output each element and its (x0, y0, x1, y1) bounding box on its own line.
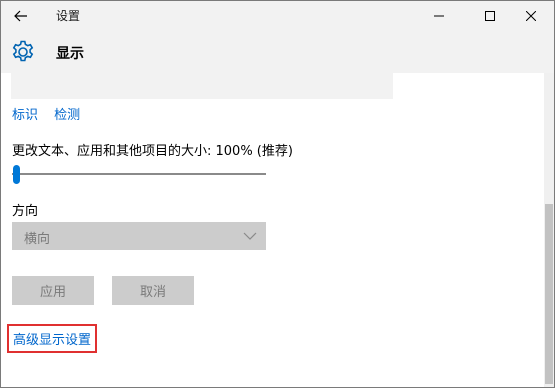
scale-slider[interactable] (12, 165, 266, 185)
gear-icon (12, 40, 34, 62)
settings-window: 设置 显示 标识 检测 更改文本、应用和其他项目的大小: 100% (推荐) 方… (0, 0, 555, 388)
scale-label: 更改文本、应用和其他项目的大小: 100% (推荐) (12, 144, 293, 159)
scrollbar-thumb[interactable] (545, 204, 553, 384)
advanced-display-settings-link[interactable]: 高级显示设置 (7, 324, 98, 353)
display-preview-area (11, 73, 393, 99)
orientation-label: 方向 (12, 204, 39, 219)
page-title: 显示 (56, 46, 84, 62)
slider-track (12, 173, 266, 175)
orientation-selected-value: 横向 (24, 232, 51, 247)
maximize-icon (485, 11, 495, 21)
cancel-button[interactable]: 取消 (112, 276, 194, 305)
display-settings-content: 标识 检测 更改文本、应用和其他项目的大小: 100% (推荐) 方向 横向 应… (1, 73, 544, 387)
minimize-icon (434, 15, 444, 17)
apply-button[interactable]: 应用 (12, 276, 94, 305)
back-button[interactable] (7, 3, 35, 29)
minimize-button[interactable] (416, 1, 462, 31)
page-header: 显示 (1, 31, 554, 73)
orientation-dropdown[interactable]: 横向 (12, 222, 266, 250)
identify-link[interactable]: 标识 (12, 108, 38, 123)
close-button[interactable] (508, 1, 554, 31)
vertical-scrollbar[interactable] (544, 73, 554, 387)
slider-thumb[interactable] (13, 165, 20, 184)
display-links: 标识 检测 (12, 104, 92, 123)
title-bar: 设置 (1, 1, 554, 31)
close-icon (526, 11, 536, 21)
detect-link[interactable]: 检测 (54, 108, 80, 123)
window-title: 设置 (56, 9, 81, 23)
chevron-down-icon (243, 232, 257, 240)
maximize-button[interactable] (467, 1, 513, 31)
arrow-left-icon (14, 10, 27, 22)
